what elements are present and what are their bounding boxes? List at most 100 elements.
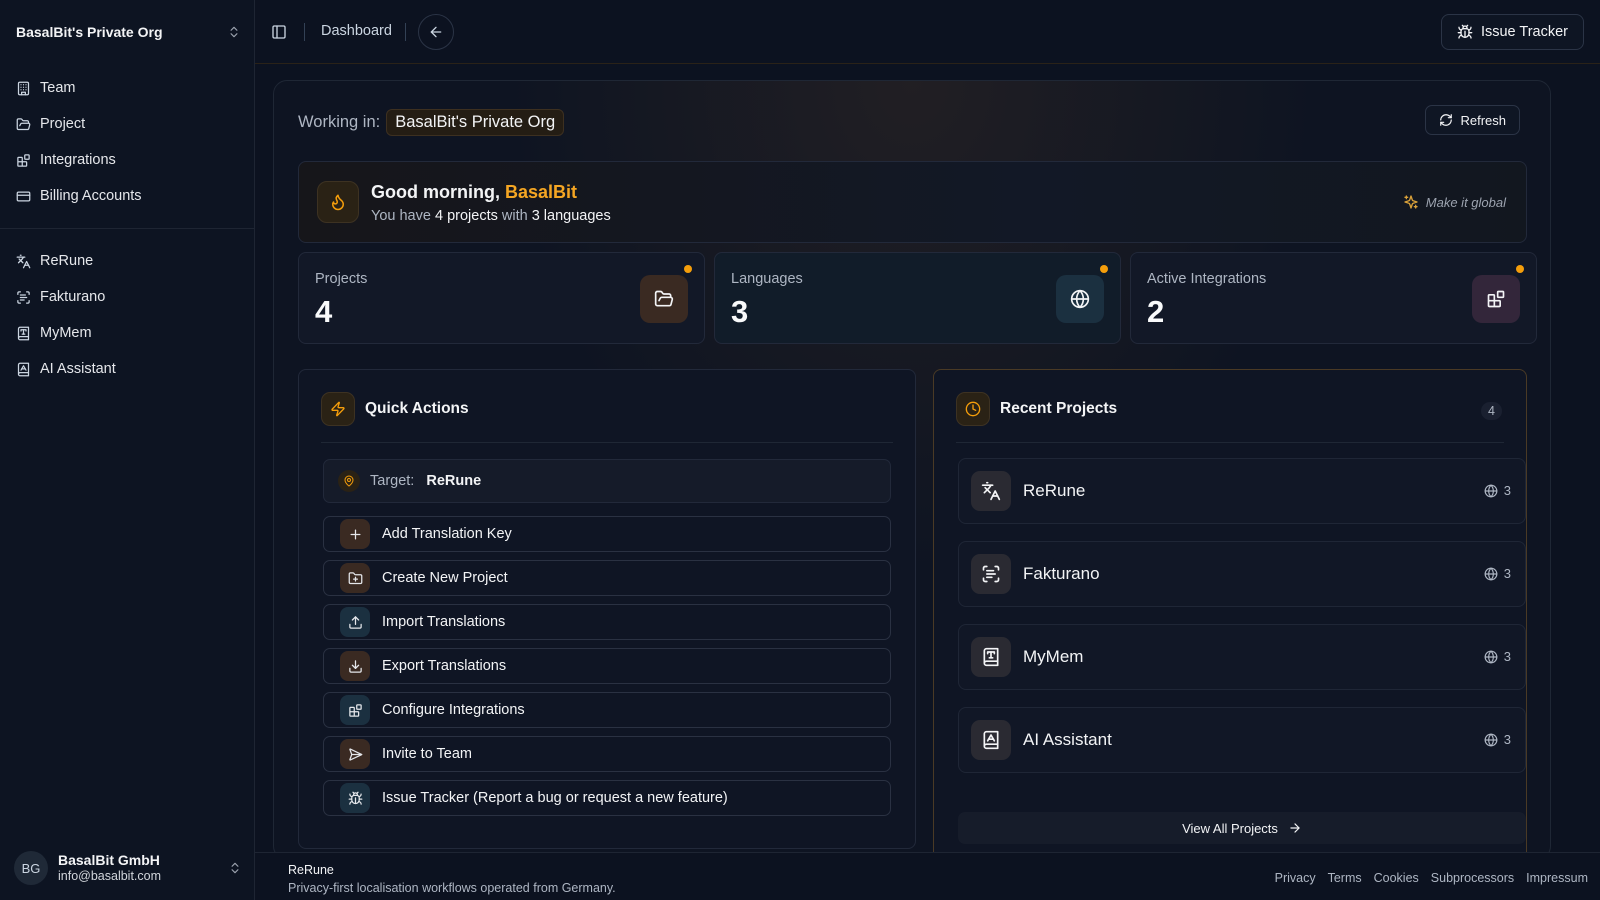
sidebar-item-project[interactable]: Project xyxy=(8,106,246,142)
issue-tracker-button[interactable]: Issue Tracker xyxy=(1440,14,1584,50)
sidebar-item-ai-assistant[interactable]: AI Assistant xyxy=(8,351,246,387)
greeting-name: BasalBit xyxy=(505,182,578,202)
action-label: Add Translation Key xyxy=(382,526,512,542)
languages-icon xyxy=(16,254,31,269)
sidebar-item-rerune[interactable]: ReRune xyxy=(8,243,246,279)
breadcrumb[interactable]: Dashboard xyxy=(321,23,392,39)
invite-to-team-button[interactable]: Invite to Team xyxy=(323,736,891,772)
greeting-title: Good morning, BasalBit xyxy=(371,182,577,203)
sidebar-item-label: ReRune xyxy=(40,253,94,269)
map-pin-icon xyxy=(338,470,360,492)
bug-icon xyxy=(1457,24,1473,40)
upload-icon xyxy=(340,607,370,637)
scan-text-icon xyxy=(16,290,31,305)
book-type-icon xyxy=(16,326,31,341)
issue-tracker-action-button[interactable]: Issue Tracker (Report a bug or request a… xyxy=(323,780,891,816)
panel-header: Recent Projects xyxy=(956,392,1117,426)
zap-icon xyxy=(321,392,355,426)
sidebar-item-label: Team xyxy=(40,80,76,96)
flame-icon xyxy=(317,181,359,223)
org-switcher[interactable]: BasalBit's Private Org xyxy=(16,22,241,42)
action-label: Export Translations xyxy=(382,658,507,674)
chevrons-up-down-icon xyxy=(227,25,241,39)
project-item-fakturano[interactable]: Fakturano 3 xyxy=(958,541,1526,607)
project-nav: ReRune Fakturano MyMem AI Assistant xyxy=(8,243,246,387)
footer-link-terms[interactable]: Terms xyxy=(1328,871,1362,885)
panel-title: Quick Actions xyxy=(365,400,469,417)
footer-link-impressum[interactable]: Impressum xyxy=(1526,871,1588,885)
summary-mid: with xyxy=(501,208,528,224)
download-icon xyxy=(340,651,370,681)
stat-card-projects: Projects 4 xyxy=(298,252,705,344)
folder-open-icon xyxy=(640,275,688,323)
language-count-value: 3 xyxy=(1503,732,1511,747)
view-all-label: View All Projects xyxy=(1182,820,1278,836)
globe-icon xyxy=(1484,650,1498,664)
divider xyxy=(321,442,893,443)
folder-plus-icon xyxy=(340,563,370,593)
footer-link-subprocessors[interactable]: Subprocessors xyxy=(1431,871,1514,885)
working-in: Working in: BasalBit's Private Org xyxy=(298,109,565,136)
user-name: BasalBit GmbH xyxy=(58,852,160,869)
greeting-prefix: Good morning, xyxy=(371,182,500,202)
target-project-selector[interactable]: Target: ReRune xyxy=(323,459,891,503)
import-translations-button[interactable]: Import Translations xyxy=(323,604,891,640)
user-menu[interactable]: BG BasalBit GmbH info@basalbit.com xyxy=(14,850,242,886)
blocks-icon xyxy=(16,153,31,168)
language-count: 3 xyxy=(1484,483,1511,498)
stat-card-active-integrations: Active Integrations 2 xyxy=(1130,252,1537,344)
refresh-icon xyxy=(1439,113,1453,127)
blocks-icon xyxy=(1472,275,1520,323)
refresh-button[interactable]: Refresh xyxy=(1425,105,1520,135)
sidebar-item-label: Billing Accounts xyxy=(40,188,142,204)
folder-open-icon xyxy=(16,117,31,132)
export-translations-button[interactable]: Export Translations xyxy=(323,648,891,684)
create-new-project-button[interactable]: Create New Project xyxy=(323,560,891,596)
summary-languages: 3 languages xyxy=(531,208,611,224)
status-dot xyxy=(684,265,692,273)
topbar: Dashboard Issue Tracker xyxy=(255,0,1600,64)
sidebar-item-label: AI Assistant xyxy=(40,361,116,377)
count-badge: 4 xyxy=(1481,402,1502,420)
action-label: Invite to Team xyxy=(382,746,473,762)
project-item-mymem[interactable]: MyMem 3 xyxy=(958,624,1526,690)
project-item-rerune[interactable]: ReRune 3 xyxy=(958,458,1526,524)
divider xyxy=(405,23,406,41)
language-count-value: 3 xyxy=(1503,566,1511,581)
blocks-icon xyxy=(340,695,370,725)
divider xyxy=(304,23,305,41)
sidebar-divider xyxy=(0,228,255,229)
project-item-ai-assistant[interactable]: AI Assistant 3 xyxy=(958,707,1526,773)
footer-tagline: Privacy-first localisation workflows ope… xyxy=(288,881,616,895)
stat-value: 2 xyxy=(1147,294,1165,329)
view-all-projects-button[interactable]: View All Projects xyxy=(958,812,1526,844)
make-it-global: Make it global xyxy=(1403,194,1506,210)
summary-projects: 4 projects xyxy=(434,208,498,224)
add-translation-key-button[interactable]: Add Translation Key xyxy=(323,516,891,552)
sidebar-item-fakturano[interactable]: Fakturano xyxy=(8,279,246,315)
footer-brand: ReRune xyxy=(288,863,334,877)
action-label: Import Translations xyxy=(382,614,506,630)
language-count-value: 3 xyxy=(1503,483,1511,498)
issue-tracker-label: Issue Tracker xyxy=(1480,24,1568,40)
greeting-banner: Good morning, BasalBit You have 4 projec… xyxy=(298,161,1527,243)
globe-icon xyxy=(1484,484,1498,498)
footer-link-privacy[interactable]: Privacy xyxy=(1275,871,1316,885)
sidebar-item-integrations[interactable]: Integrations xyxy=(8,142,246,178)
back-button[interactable] xyxy=(418,14,454,50)
action-label: Configure Integrations xyxy=(382,702,525,718)
language-count-value: 3 xyxy=(1503,649,1511,664)
sidebar-item-billing-accounts[interactable]: Billing Accounts xyxy=(8,178,246,214)
sidebar-toggle-icon[interactable] xyxy=(271,24,287,40)
footer-link-cookies[interactable]: Cookies xyxy=(1374,871,1419,885)
sidebar-item-team[interactable]: Team xyxy=(8,70,246,106)
sidebar-item-mymem[interactable]: MyMem xyxy=(8,315,246,351)
configure-integrations-button[interactable]: Configure Integrations xyxy=(323,692,891,728)
divider xyxy=(956,442,1504,443)
panel-header: Quick Actions xyxy=(321,392,469,426)
working-in-org-badge: BasalBit's Private Org xyxy=(386,109,565,136)
action-label: Create New Project xyxy=(382,570,508,586)
sidebar-item-label: Fakturano xyxy=(40,289,106,305)
org-name: BasalBit's Private Org xyxy=(16,24,163,40)
sidebar: BasalBit's Private Org Team Project Inte… xyxy=(0,0,255,900)
